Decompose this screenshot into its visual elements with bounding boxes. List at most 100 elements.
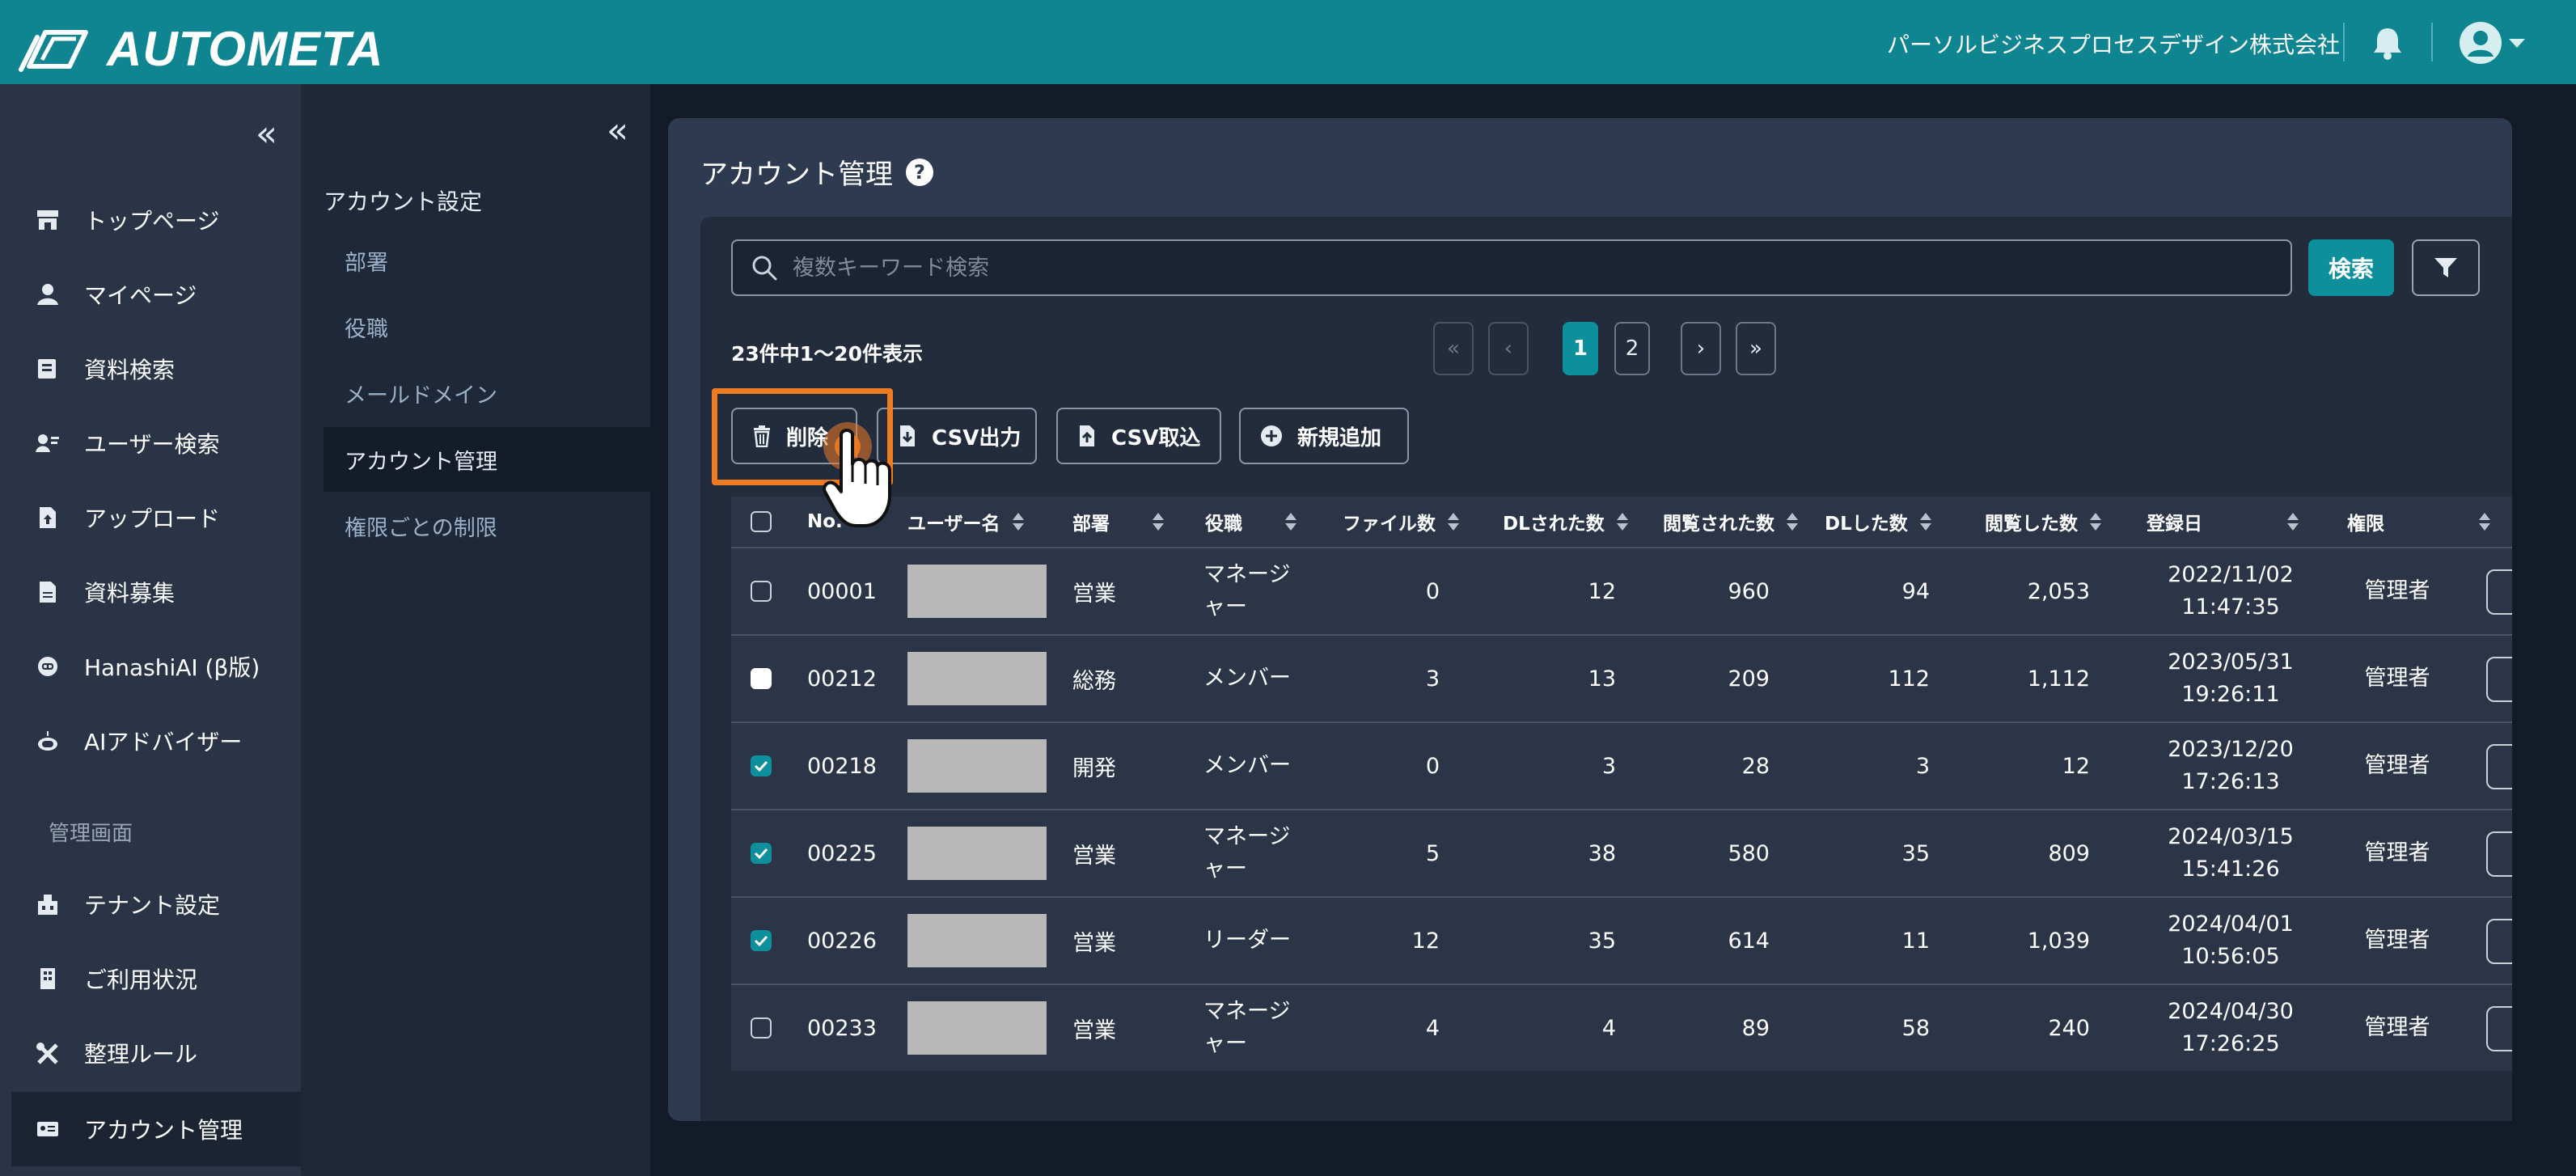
cell-registered: 2024/04/30 17:26:25 bbox=[2166, 985, 2295, 1071]
edit-button[interactable] bbox=[2486, 569, 2512, 615]
col-permission[interactable]: 権限 bbox=[2347, 497, 2491, 547]
add-new-label: 新規追加 bbox=[1297, 425, 1382, 451]
cell-files: 0 bbox=[1425, 578, 1440, 604]
cell-viewed: 240 bbox=[2048, 1015, 2090, 1041]
sidebar-item-ai-advisor[interactable]: AIアドバイザー bbox=[0, 704, 301, 778]
pagination-page-1[interactable]: 1 bbox=[1563, 322, 1598, 375]
table-row[interactable]: 00225 営業 マネージ ャー 5 38 580 35 809 2024/03/15 15:41:… bbox=[731, 809, 2512, 896]
cell-no: 00001 bbox=[807, 578, 877, 604]
select-all-checkbox[interactable] bbox=[751, 497, 772, 547]
col-label: 閲覧した数 bbox=[1985, 514, 2078, 535]
col-downloads[interactable]: DLした数 bbox=[1825, 497, 1932, 547]
edit-button[interactable] bbox=[2486, 1006, 2512, 1051]
cell-date: 2023/12/20 bbox=[2168, 737, 2294, 762]
col-username[interactable]: ユーザー名 bbox=[907, 497, 1025, 547]
row-checkbox[interactable] bbox=[751, 843, 772, 864]
sidebar-item-label: アカウント管理 bbox=[84, 1117, 243, 1144]
filter-button[interactable] bbox=[2412, 239, 2480, 296]
sidebar-item-upload[interactable]: アップロード bbox=[0, 480, 301, 555]
cell-files: 12 bbox=[1411, 928, 1440, 954]
cell-role: マネージ ャー bbox=[1203, 985, 1317, 1071]
col-downloaded-by[interactable]: DLされた数 bbox=[1503, 497, 1629, 547]
table-row[interactable]: 00001 営業 マネージ ャー 0 12 960 94 2,053 2022/11/02 11:4… bbox=[731, 547, 2512, 634]
cell-dept: 開発 bbox=[1072, 755, 1116, 781]
cell-viewed: 1,112 bbox=[2027, 666, 2090, 692]
sidebar-item-account-management[interactable]: アカウント管理 bbox=[11, 1092, 301, 1166]
cell-no: 00226 bbox=[807, 928, 877, 954]
row-checkbox[interactable] bbox=[751, 1017, 772, 1039]
redacted-block bbox=[907, 565, 1047, 618]
admin-section-label: 管理画面 bbox=[49, 822, 133, 846]
brand-logo[interactable]: AUTOMETA bbox=[18, 21, 383, 77]
cell-registered: 2024/04/01 10:56:05 bbox=[2166, 898, 2295, 984]
edit-button[interactable] bbox=[2486, 657, 2512, 702]
pagination-page-2[interactable]: 2 bbox=[1614, 322, 1650, 375]
subnav-item-account-management[interactable]: アカウント管理 bbox=[324, 427, 650, 492]
plus-circle-icon bbox=[1261, 425, 1282, 446]
edit-button[interactable] bbox=[2486, 831, 2512, 877]
sidebar-item-hanashiai[interactable]: HanashiAI (β版) bbox=[0, 629, 301, 704]
col-viewed-by[interactable]: 閲覧された数 bbox=[1663, 497, 1799, 547]
sidebar-item-doc-request[interactable]: 資料募集 bbox=[0, 555, 301, 629]
sidebar-item-usage[interactable]: ご利用状況 bbox=[0, 941, 301, 1016]
edit-button[interactable] bbox=[2486, 744, 2512, 789]
subnav-item-department[interactable]: 部署 bbox=[324, 228, 650, 293]
file-icon bbox=[40, 582, 56, 603]
pagination-last[interactable]: » bbox=[1736, 322, 1776, 375]
col-viewed[interactable]: 閲覧した数 bbox=[1985, 497, 2102, 547]
row-checkbox-cell bbox=[751, 985, 775, 1071]
user-menu[interactable] bbox=[2459, 21, 2527, 65]
sidebar-item-user-search[interactable]: ユーザー検索 bbox=[0, 406, 301, 480]
sidebar-item-label: トップページ bbox=[84, 208, 220, 235]
sidebar-item-mypage[interactable]: マイページ bbox=[0, 257, 301, 332]
edit-button[interactable] bbox=[2486, 919, 2512, 964]
search-button[interactable]: 検索 bbox=[2308, 239, 2394, 296]
redacted-block bbox=[907, 1001, 1047, 1055]
table-row[interactable]: 00233 営業 マネージ ャー 4 4 89 58 240 2024/04/30 17:26:25… bbox=[731, 984, 2512, 1071]
cell-role-line: リーダー bbox=[1203, 928, 1291, 953]
subnav-collapse-button[interactable]: « bbox=[607, 110, 628, 151]
cell-viewed-by: 614 bbox=[1728, 928, 1770, 954]
sidebar-item-tenant-settings[interactable]: テナント設定 bbox=[0, 867, 301, 941]
help-icon[interactable]: ? bbox=[906, 158, 933, 186]
row-checkbox-cell bbox=[751, 898, 775, 984]
cell-viewed-by: 28 bbox=[1741, 753, 1770, 779]
search-input[interactable] bbox=[793, 255, 2248, 281]
checkbox[interactable] bbox=[751, 511, 772, 532]
table-row[interactable]: 00218 開発 メンバー 0 3 28 3 12 2023/12/20 17:26:13 管理者 bbox=[731, 721, 2512, 809]
cell-role-line: ャー bbox=[1203, 1031, 1247, 1056]
sidebar-item-rules[interactable]: 整理ルール bbox=[0, 1016, 301, 1090]
notification-button[interactable] bbox=[2371, 26, 2404, 63]
bell-icon bbox=[2374, 28, 2401, 60]
col-registered[interactable]: 登録日 bbox=[2147, 497, 2299, 547]
pagination-next[interactable]: › bbox=[1681, 322, 1721, 375]
row-checkbox[interactable] bbox=[751, 581, 772, 602]
sidebar-collapse-button[interactable]: « bbox=[256, 113, 277, 154]
row-checkbox[interactable] bbox=[751, 668, 772, 689]
pointer-hand-icon bbox=[823, 422, 891, 527]
pagination-prev[interactable]: ‹ bbox=[1488, 322, 1529, 375]
sort-icon bbox=[2479, 513, 2490, 531]
table-row[interactable]: 00226 営業 リーダー 12 35 614 11 1,039 2024/04/01 10:56… bbox=[731, 896, 2512, 984]
row-checkbox[interactable] bbox=[751, 755, 772, 776]
add-new-button[interactable]: 新規追加 bbox=[1239, 408, 1409, 464]
row-checkbox[interactable] bbox=[751, 930, 772, 951]
sidebar-item-top[interactable]: トップページ bbox=[0, 183, 301, 257]
pagination-first[interactable]: « bbox=[1433, 322, 1474, 375]
subnav-item-position[interactable]: 役職 bbox=[324, 294, 650, 359]
subnav-item-mail-domain[interactable]: メールドメイン bbox=[324, 361, 650, 425]
col-label: 閲覧された数 bbox=[1663, 514, 1774, 535]
cell-role-line: ャー bbox=[1203, 594, 1247, 620]
cell-role-line: ャー bbox=[1203, 857, 1247, 882]
sidebar-item-doc-search[interactable]: 資料検索 bbox=[0, 332, 301, 406]
csv-import-button[interactable]: CSV取込 bbox=[1056, 408, 1221, 464]
cell-dl: 112 bbox=[1888, 666, 1930, 692]
chat-robot-icon bbox=[38, 657, 57, 676]
search-box[interactable] bbox=[731, 239, 2292, 296]
col-position[interactable]: 役職 bbox=[1205, 497, 1297, 547]
subnav-item-permission-limits[interactable]: 権限ごとの制限 bbox=[324, 493, 650, 558]
cell-registered: 2024/03/15 15:41:26 bbox=[2166, 810, 2295, 896]
col-department[interactable]: 部署 bbox=[1072, 497, 1165, 547]
table-row[interactable]: 00212 総務 メンバー 3 13 209 112 1,112 2023/05/31 19:26… bbox=[731, 634, 2512, 721]
col-files[interactable]: ファイル数 bbox=[1343, 497, 1460, 547]
